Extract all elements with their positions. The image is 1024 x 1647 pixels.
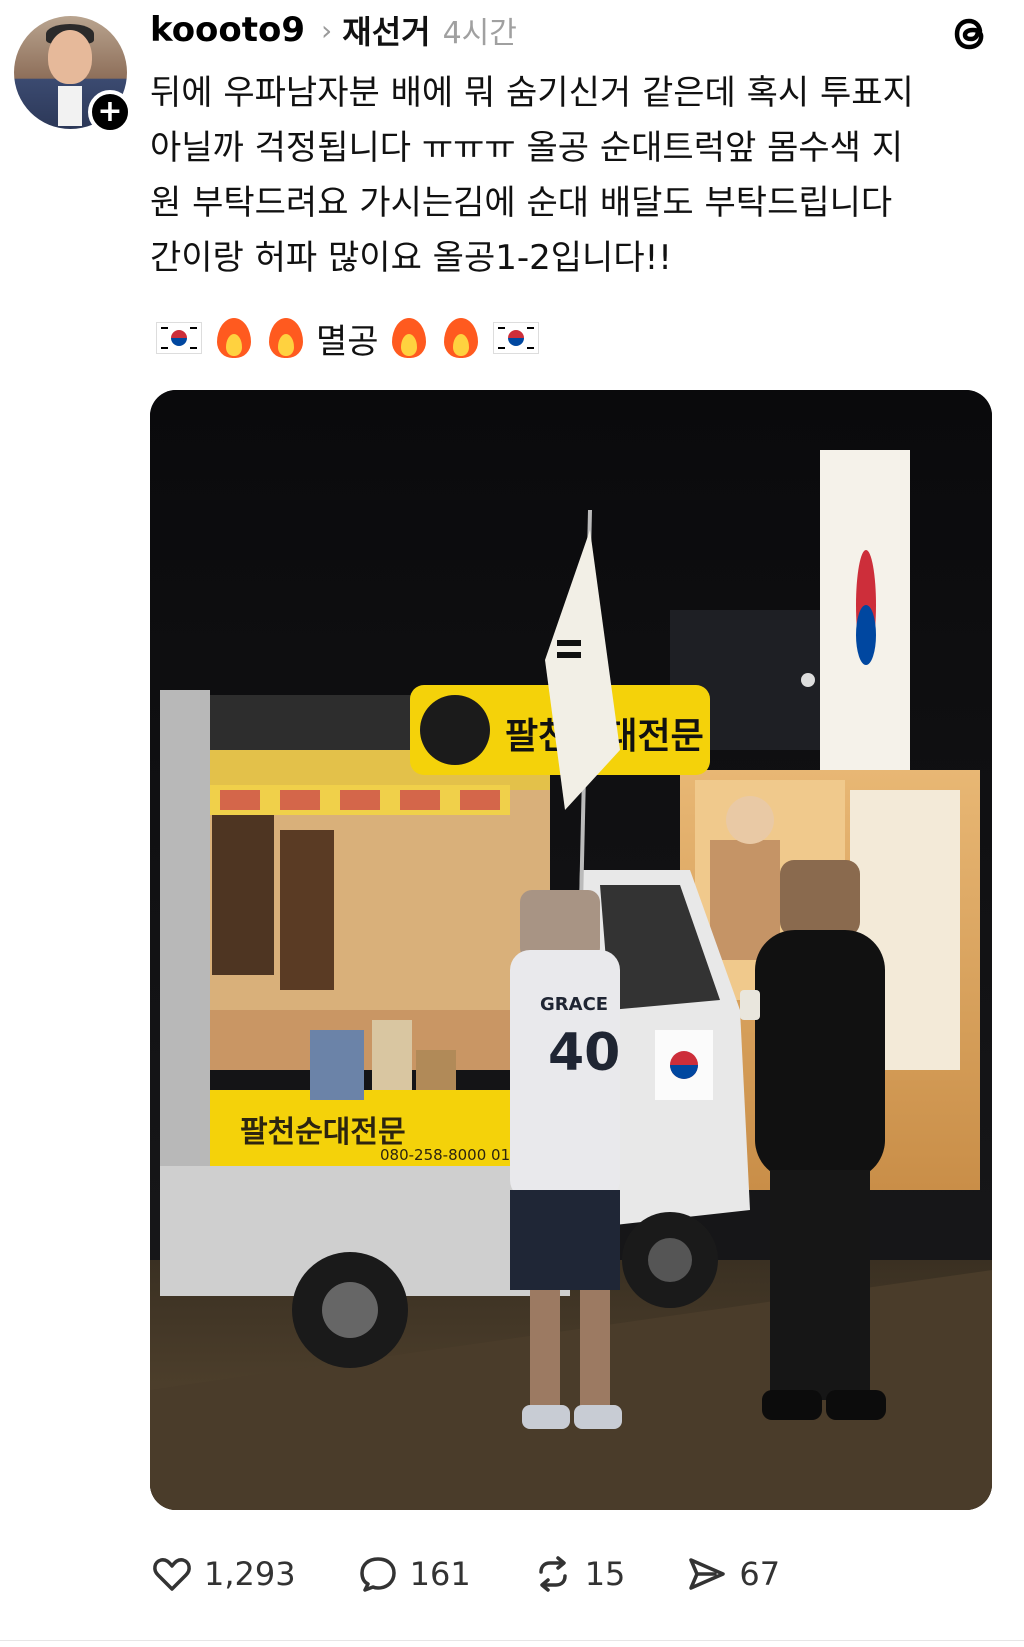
reply-button[interactable]: 161 <box>356 1552 471 1596</box>
emoji-line: 멸공 <box>150 310 545 366</box>
comment-icon <box>359 1557 396 1592</box>
post-photo[interactable]: 팔천순대전문 080-258-8000 010-4500 팔천순대전문 <box>150 390 992 1510</box>
post-body-line: 아닐까 걱정됩니다 ㅠㅠㅠ 올공 순대트럭앞 몸수색 지 <box>150 128 904 168</box>
like-count: 1,293 <box>204 1555 296 1593</box>
chevron-right-icon: › <box>321 13 333 47</box>
korea-flag-icon <box>156 322 202 354</box>
post-body-line: 원 부탁드려요 가시는김에 순대 배달도 부탁드립니다 <box>150 183 893 223</box>
post-header: koooto9 › 재선거 4시간 <box>150 8 517 52</box>
fire-icon <box>215 316 253 360</box>
fire-icon <box>390 316 428 360</box>
share-count: 67 <box>739 1555 781 1593</box>
repost-button[interactable]: 15 <box>531 1552 626 1596</box>
plus-icon[interactable]: + <box>88 90 132 134</box>
emoji-word: 멸공 <box>316 321 379 362</box>
post-body-line: 뒤에 우파남자분 배에 뭐 숨기신거 같은데 혹시 투표지 <box>150 73 914 113</box>
username[interactable]: koooto9 <box>150 10 305 50</box>
send-icon <box>689 1558 726 1590</box>
thread-post: + koooto9 › 재선거 4시간 뒤에 우파남자분 배에 뭐 숨기신거 같… <box>0 0 1024 1647</box>
avatar-shirt <box>58 86 82 126</box>
repost-count: 15 <box>584 1555 626 1593</box>
heart-icon <box>153 1558 191 1591</box>
photo-scene: 팔천순대전문 080-258-8000 010-4500 팔천순대전문 <box>150 390 992 1510</box>
fire-icon <box>267 316 305 360</box>
action-bar: 1,293 161 15 67 <box>150 1546 840 1602</box>
share-button[interactable]: 67 <box>685 1552 780 1596</box>
threads-logo-icon[interactable] <box>946 10 994 58</box>
topic-tag[interactable]: 재선거 <box>342 7 430 53</box>
shirt-text: GRACE <box>540 994 608 1015</box>
post-time: 4시간 <box>442 16 517 51</box>
reply-count: 161 <box>409 1555 471 1593</box>
repost-icon <box>538 1556 567 1592</box>
divider <box>0 1640 1024 1641</box>
post-body: 뒤에 우파남자분 배에 뭐 숨기신거 같은데 혹시 투표지 아닐까 걱정됩니다 … <box>150 66 990 286</box>
avatar-face <box>48 30 92 84</box>
fire-icon <box>442 316 480 360</box>
shirt-number: 40 <box>548 1023 620 1083</box>
truck-banner-text: 팔천순대전문 <box>240 1115 406 1150</box>
like-button[interactable]: 1,293 <box>150 1552 296 1596</box>
korea-flag-icon <box>492 322 539 354</box>
post-body-line: 간이랑 허파 많이요 올공1-2입니다!! <box>150 238 672 278</box>
